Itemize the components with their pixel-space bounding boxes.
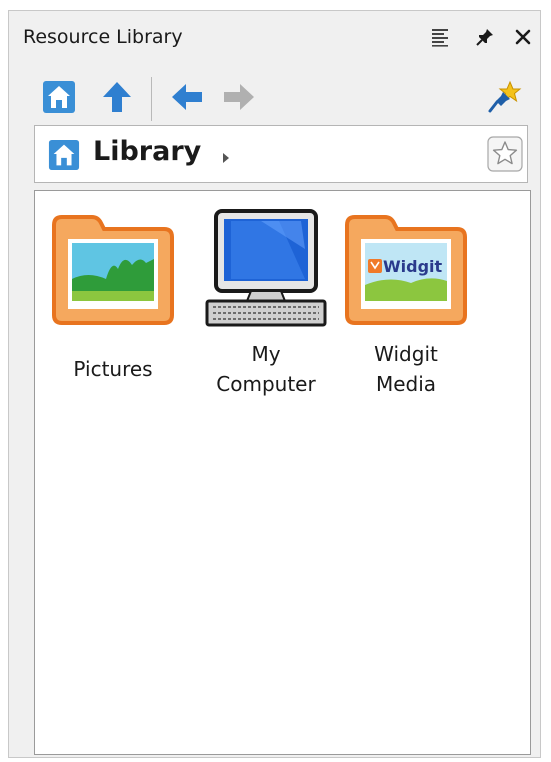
home-icon[interactable] [39,77,79,117]
up-arrow-icon[interactable] [97,77,137,117]
navigation-toolbar [9,65,540,129]
pin-icon[interactable] [471,23,499,51]
panel-title: Resource Library [23,26,183,48]
panel-titlebar: Resource Library [9,11,540,61]
resource-library-panel: Resource Library Library Pictures My Com… [8,10,541,758]
chevron-right-icon[interactable] [221,149,231,163]
star-icon[interactable] [487,136,523,172]
library-content: Pictures My Computer Widgit Widgit Media [34,190,531,755]
item-label-widgit-media-line2: Media [375,372,437,396]
toolbar-separator [151,77,152,121]
item-label-my-computer-line1: My [251,342,281,366]
computer-icon [201,209,331,329]
item-label-widgit-media-line1: Widgit [374,342,438,366]
forward-arrow-icon [219,77,259,117]
pin-star-icon[interactable] [485,77,525,117]
pictures-folder-icon [48,209,178,329]
item-label-my-computer-line2: Computer [216,372,316,396]
breadcrumb: Library [34,125,528,183]
close-icon[interactable] [509,23,537,51]
breadcrumb-library[interactable]: Library [93,136,201,167]
item-label-pictures: Pictures [73,357,153,381]
menu-lines-icon[interactable] [426,23,454,51]
widgit-media-folder-icon: Widgit [341,209,471,329]
back-arrow-icon[interactable] [167,77,207,117]
home-icon[interactable] [48,139,80,171]
widgit-logo-text: Widgit [383,257,443,276]
